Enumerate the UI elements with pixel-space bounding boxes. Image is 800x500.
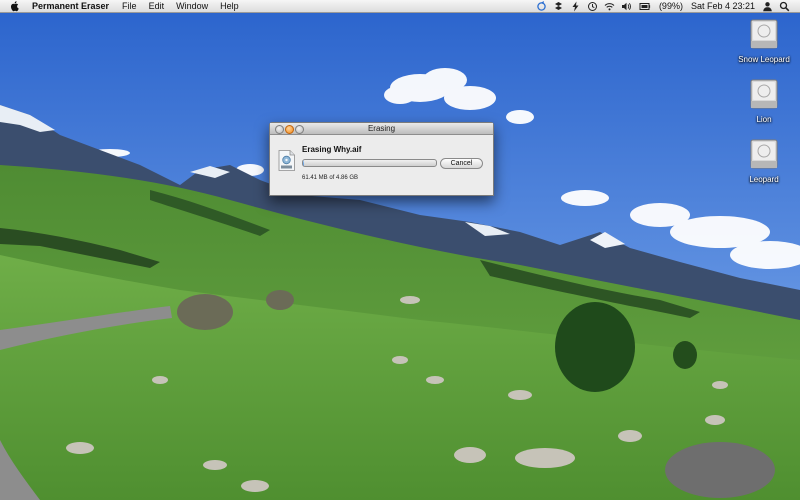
drive-lion[interactable]: Lion: [732, 78, 796, 125]
drive-label: Leopard: [749, 175, 779, 184]
drive-label: Lion: [756, 115, 772, 124]
menu-file[interactable]: File: [116, 0, 143, 12]
app-name-menu[interactable]: Permanent Eraser: [28, 0, 116, 12]
sync-icon[interactable]: [536, 0, 547, 12]
window-title: Erasing: [367, 124, 396, 133]
menu-edit[interactable]: Edit: [143, 0, 171, 12]
time-machine-icon[interactable]: [587, 1, 598, 12]
desktop-wallpaper: [0, 0, 800, 500]
landscape-wallpaper: [0, 0, 800, 500]
progress-bar: [302, 159, 437, 167]
bolt-icon[interactable]: [570, 1, 581, 12]
wifi-icon[interactable]: [604, 1, 615, 12]
user-icon[interactable]: [762, 1, 773, 12]
apple-menu-icon[interactable]: [9, 0, 21, 12]
dropbox-icon[interactable]: [553, 1, 564, 12]
hard-drive-icon: [750, 19, 778, 49]
erasing-status: Erasing Why.aif: [302, 145, 362, 154]
drive-leopard[interactable]: Leopard: [732, 138, 796, 185]
window-titlebar[interactable]: Erasing: [270, 123, 493, 135]
spotlight-search-icon[interactable]: [779, 1, 790, 12]
erasing-window: Erasing Erasing Why.aif Cancel 61.41 MB …: [269, 122, 494, 196]
status-area: (99%) Sat Feb 4 23:21: [533, 0, 800, 12]
drive-snow-leopard[interactable]: Snow Leopard: [732, 18, 796, 65]
volume-icon[interactable]: [621, 1, 632, 12]
erased-size: 61.41 MB of 4.86 GB: [302, 175, 359, 181]
menu-bar: Permanent Eraser File Edit Window Help (…: [0, 0, 800, 13]
menu-help[interactable]: Help: [214, 0, 245, 12]
battery-icon[interactable]: [638, 1, 652, 12]
drive-label: Snow Leopard: [738, 55, 790, 64]
audio-file-icon: [278, 150, 295, 171]
progress-fill: [303, 160, 305, 166]
hard-drive-icon: [750, 79, 778, 109]
menu-window[interactable]: Window: [170, 0, 214, 12]
battery-percent[interactable]: (99%): [655, 0, 687, 12]
menu-clock[interactable]: Sat Feb 4 23:21: [687, 0, 759, 12]
hard-drive-icon: [750, 139, 778, 169]
cancel-button[interactable]: Cancel: [440, 158, 483, 169]
